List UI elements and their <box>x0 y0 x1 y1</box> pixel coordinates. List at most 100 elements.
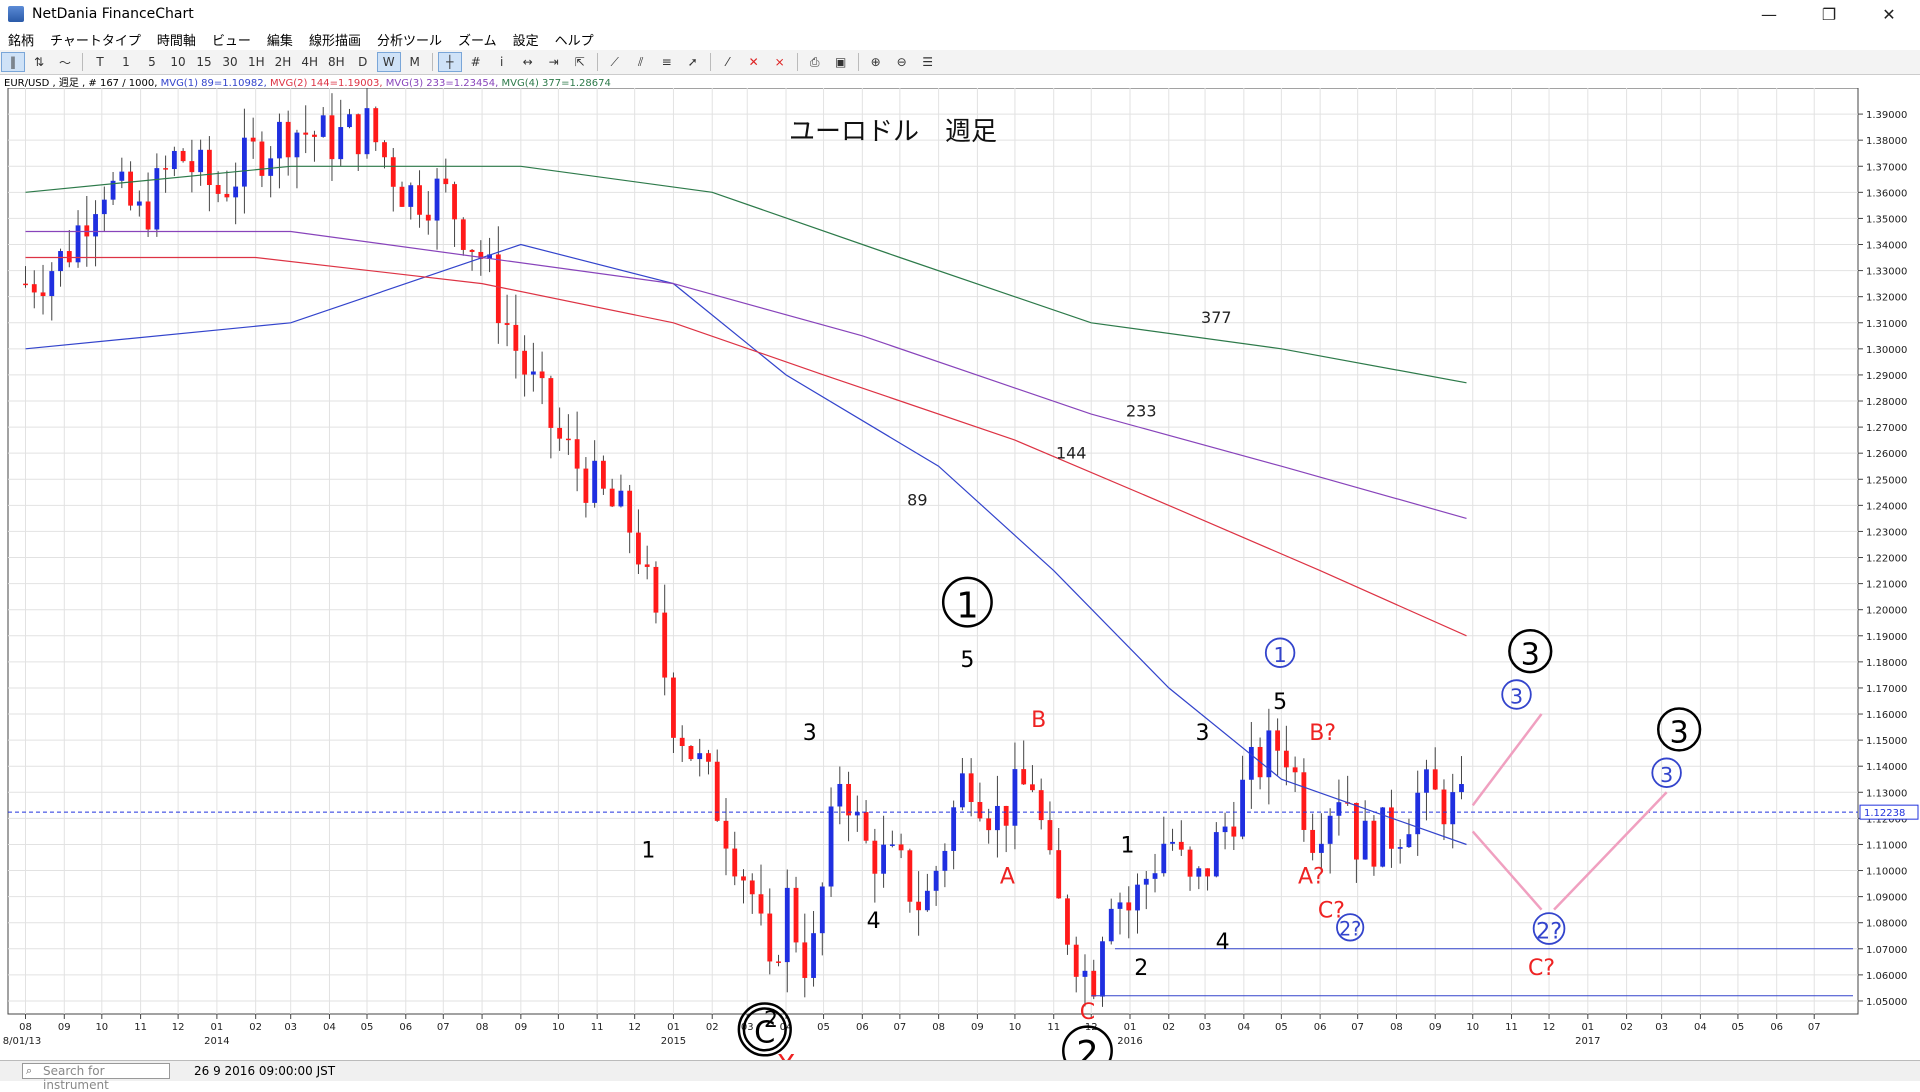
wave-label: 2 <box>1076 1034 1098 1060</box>
candle-body <box>233 186 239 198</box>
candle-body <box>1100 941 1105 997</box>
wave-label: A? <box>1298 865 1325 890</box>
zoom-out-icon[interactable]: ⊖ <box>890 52 914 72</box>
menu-item-5[interactable]: 線形描画 <box>301 30 369 49</box>
timeframe-button-T[interactable]: T <box>88 52 112 72</box>
wave-label: A <box>1000 865 1015 890</box>
wave-label: 2 <box>1134 956 1148 981</box>
candle-body <box>1187 849 1193 877</box>
menu-item-7[interactable]: ズーム <box>450 30 505 49</box>
candle-body <box>811 933 816 978</box>
timeframe-button-4H[interactable]: 4H <box>297 52 322 72</box>
zoom-in-icon[interactable]: ⊕ <box>864 52 888 72</box>
timeframe-button-2H[interactable]: 2H <box>271 52 296 72</box>
timeframe-button-15[interactable]: 15 <box>192 52 216 72</box>
y-tick-label: 1.05000 <box>1866 997 1907 1008</box>
draw-line-icon[interactable]: ⁄ <box>716 52 740 72</box>
candle-body <box>539 371 545 379</box>
candle-body <box>802 942 808 978</box>
zoom-horizontal-icon[interactable]: ↔ <box>516 52 540 72</box>
price-chart[interactable]: 1.05000 1.06000 1.07000 1.08000 1.09000 1.100… <box>0 81 1920 1081</box>
scroll-right-icon[interactable]: ⇥ <box>542 52 566 72</box>
info-icon[interactable]: i <box>490 52 514 72</box>
candle-body <box>215 185 221 194</box>
print-icon[interactable]: ⎙ <box>803 52 827 72</box>
wave-label: 3 <box>1196 721 1210 746</box>
crosshair-icon[interactable]: ┼ <box>437 52 462 72</box>
x-tick-label: 01 <box>1124 1022 1137 1033</box>
candle-body <box>828 806 834 887</box>
search-placeholder: Search for instrument <box>43 1064 109 1092</box>
timeframe-button-5[interactable]: 5 <box>140 52 164 72</box>
x-tick-label: 05 <box>817 1022 830 1033</box>
candle-body <box>557 427 563 439</box>
x-tick-label: 12 <box>172 1022 185 1033</box>
menu-item-0[interactable]: 銘柄 <box>0 30 42 49</box>
candle-body <box>548 378 554 428</box>
wave-label: B <box>1031 708 1046 733</box>
fibonacci-icon[interactable]: ≡ <box>655 52 679 72</box>
x-tick-label: 10 <box>552 1022 565 1033</box>
y-tick-label: 1.35000 <box>1866 214 1907 225</box>
candle-body <box>1205 868 1210 877</box>
timeframe-button-M[interactable]: M <box>403 52 427 72</box>
candle-body <box>163 168 169 170</box>
settings-icon[interactable]: ☰ <box>916 52 940 72</box>
x-tick-label: 08 <box>19 1022 32 1033</box>
line-chart-icon[interactable]: 〜 <box>53 52 77 72</box>
wave-label: 2? <box>1536 918 1562 944</box>
arrow-icon[interactable]: ➚ <box>681 52 705 72</box>
candle-body <box>872 840 878 874</box>
candle-body <box>933 870 939 891</box>
fit-icon[interactable]: ⇱ <box>568 52 592 72</box>
candle-icon[interactable]: ⇅ <box>27 52 51 72</box>
candle-body <box>312 134 317 137</box>
candle-body <box>959 773 965 808</box>
trendline-icon[interactable]: ⟋ <box>603 52 627 72</box>
delete-icon[interactable]: ✕ <box>742 52 766 72</box>
chart-area[interactable]: 1.05000 1.06000 1.07000 1.08000 1.09000 1.100… <box>0 81 1920 1081</box>
menu-item-1[interactable]: チャートタイプ <box>42 30 149 49</box>
x-tick-label: 11 <box>134 1022 147 1033</box>
print-preview-icon[interactable]: ▣ <box>829 52 853 72</box>
candle-body <box>1389 807 1394 849</box>
x-tick-label: 06 <box>1770 1022 1783 1033</box>
candle-body <box>1065 898 1070 945</box>
candle-body <box>898 844 904 851</box>
timeframe-button-1[interactable]: 1 <box>114 52 138 72</box>
x-tick-label: 11 <box>1047 1022 1060 1033</box>
minimize-button[interactable]: — <box>1746 0 1792 28</box>
candle-body <box>1354 802 1359 860</box>
menu-item-8[interactable]: 設定 <box>505 30 547 49</box>
timeframe-button-1H[interactable]: 1H <box>244 52 269 72</box>
timeframe-button-8H[interactable]: 8H <box>324 52 349 72</box>
timeframe-button-10[interactable]: 10 <box>166 52 190 72</box>
menu-item-2[interactable]: 時間軸 <box>149 30 204 49</box>
y-tick-label: 1.06000 <box>1866 971 1907 982</box>
channel-icon[interactable]: ⫽ <box>629 52 653 72</box>
menu-item-4[interactable]: 編集 <box>259 30 301 49</box>
wave-label: 3 <box>1669 716 1688 751</box>
instrument-search[interactable]: ⌕ Search for instrument <box>22 1063 170 1092</box>
timeframe-button-30[interactable]: 30 <box>218 52 242 72</box>
close-button[interactable]: ✕ <box>1866 0 1912 28</box>
x-year-label: 2016 <box>1117 1036 1142 1047</box>
x-tick-label: 03 <box>1199 1022 1212 1033</box>
bar-chart-icon[interactable]: ‖ <box>1 52 25 72</box>
maximize-button[interactable]: ❐ <box>1806 0 1852 28</box>
delete-all-icon[interactable]: ⨯ <box>768 52 792 72</box>
x-tick-label: 12 <box>628 1022 641 1033</box>
timeframe-button-W[interactable]: W <box>376 52 401 72</box>
timeframe-button-D[interactable]: D <box>351 52 375 72</box>
candle-body <box>1362 820 1368 860</box>
menu-item-3[interactable]: ビュー <box>204 30 259 49</box>
menu-item-9[interactable]: ヘルプ <box>547 30 602 49</box>
x-year-label: 2017 <box>1575 1036 1600 1047</box>
y-tick-label: 1.18000 <box>1866 658 1907 669</box>
candle-body <box>66 251 72 263</box>
x-tick-label: 10 <box>1009 1022 1022 1033</box>
menu-item-6[interactable]: 分析ツール <box>369 30 450 49</box>
candle-body <box>776 961 781 963</box>
candle-body <box>1327 815 1333 844</box>
grid-icon[interactable]: # <box>464 52 488 72</box>
